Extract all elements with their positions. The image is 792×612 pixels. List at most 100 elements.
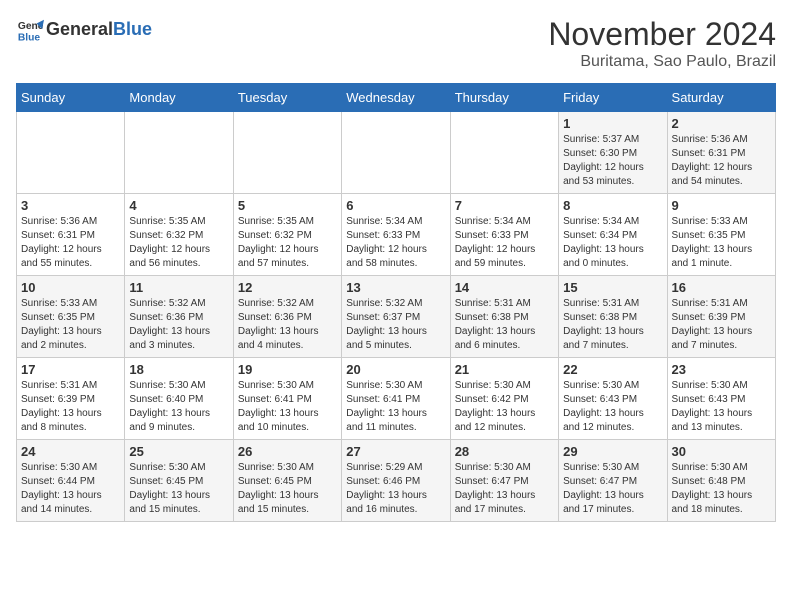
calendar-header-row: SundayMondayTuesdayWednesdayThursdayFrid… xyxy=(17,84,776,112)
logo-blue-text: Blue xyxy=(113,19,152,39)
month-title: November 2024 xyxy=(548,16,776,53)
calendar-cell: 27 Sunrise: 5:29 AM Sunset: 6:46 PM Dayli… xyxy=(342,440,450,522)
weekday-header: Sunday xyxy=(17,84,125,112)
day-info: Sunrise: 5:34 AM Sunset: 6:33 PM Dayligh… xyxy=(455,215,554,271)
day-number: 9 xyxy=(672,198,771,213)
logo-general-text: General xyxy=(46,19,113,39)
day-number: 20 xyxy=(346,362,445,377)
day-number: 27 xyxy=(346,444,445,459)
logo: General Blue GeneralBlue xyxy=(16,16,152,44)
location-title: Buritama, Sao Paulo, Brazil xyxy=(548,53,776,71)
calendar-cell: 24 Sunrise: 5:30 AM Sunset: 6:44 PM Dayli… xyxy=(17,440,125,522)
calendar-cell: 10 Sunrise: 5:33 AM Sunset: 6:35 PM Dayli… xyxy=(17,276,125,358)
calendar-cell: 15 Sunrise: 5:31 AM Sunset: 6:38 PM Dayli… xyxy=(559,276,667,358)
calendar-cell: 26 Sunrise: 5:30 AM Sunset: 6:45 PM Dayli… xyxy=(233,440,341,522)
weekday-header: Wednesday xyxy=(342,84,450,112)
day-number: 30 xyxy=(672,444,771,459)
day-info: Sunrise: 5:30 AM Sunset: 6:45 PM Dayligh… xyxy=(238,461,337,517)
calendar-cell xyxy=(17,112,125,194)
calendar-cell: 3 Sunrise: 5:36 AM Sunset: 6:31 PM Daylig… xyxy=(17,194,125,276)
day-number: 21 xyxy=(455,362,554,377)
day-info: Sunrise: 5:31 AM Sunset: 6:38 PM Dayligh… xyxy=(455,297,554,353)
day-info: Sunrise: 5:35 AM Sunset: 6:32 PM Dayligh… xyxy=(238,215,337,271)
day-info: Sunrise: 5:36 AM Sunset: 6:31 PM Dayligh… xyxy=(21,215,120,271)
day-number: 15 xyxy=(563,280,662,295)
day-number: 22 xyxy=(563,362,662,377)
weekday-header: Friday xyxy=(559,84,667,112)
day-info: Sunrise: 5:36 AM Sunset: 6:31 PM Dayligh… xyxy=(672,133,771,189)
day-number: 24 xyxy=(21,444,120,459)
day-info: Sunrise: 5:30 AM Sunset: 6:41 PM Dayligh… xyxy=(238,379,337,435)
weekday-header: Tuesday xyxy=(233,84,341,112)
day-info: Sunrise: 5:30 AM Sunset: 6:43 PM Dayligh… xyxy=(563,379,662,435)
day-info: Sunrise: 5:30 AM Sunset: 6:48 PM Dayligh… xyxy=(672,461,771,517)
day-info: Sunrise: 5:34 AM Sunset: 6:33 PM Dayligh… xyxy=(346,215,445,271)
day-info: Sunrise: 5:30 AM Sunset: 6:40 PM Dayligh… xyxy=(129,379,228,435)
calendar-cell: 16 Sunrise: 5:31 AM Sunset: 6:39 PM Dayli… xyxy=(667,276,775,358)
calendar-cell: 4Sunrise: 5:35 AM Sunset: 6:32 PM Daylig… xyxy=(125,194,233,276)
calendar-cell xyxy=(233,112,341,194)
calendar-cell xyxy=(342,112,450,194)
calendar-cell: 21 Sunrise: 5:30 AM Sunset: 6:42 PM Dayli… xyxy=(450,358,558,440)
day-number: 25 xyxy=(129,444,228,459)
day-info: Sunrise: 5:30 AM Sunset: 6:41 PM Dayligh… xyxy=(346,379,445,435)
day-number: 18 xyxy=(129,362,228,377)
day-number: 6 xyxy=(346,198,445,213)
calendar-cell: 1Sunrise: 5:37 AM Sunset: 6:30 PM Daylig… xyxy=(559,112,667,194)
calendar-cell xyxy=(125,112,233,194)
calendar-cell: 2Sunrise: 5:36 AM Sunset: 6:31 PM Daylig… xyxy=(667,112,775,194)
logo-icon: General Blue xyxy=(16,16,44,44)
calendar-cell: 7 Sunrise: 5:34 AM Sunset: 6:33 PM Daylig… xyxy=(450,194,558,276)
day-info: Sunrise: 5:33 AM Sunset: 6:35 PM Dayligh… xyxy=(21,297,120,353)
day-number: 10 xyxy=(21,280,120,295)
calendar-cell: 5 Sunrise: 5:35 AM Sunset: 6:32 PM Daylig… xyxy=(233,194,341,276)
calendar-cell: 22 Sunrise: 5:30 AM Sunset: 6:43 PM Dayli… xyxy=(559,358,667,440)
calendar-week-row: 24 Sunrise: 5:30 AM Sunset: 6:44 PM Dayli… xyxy=(17,440,776,522)
day-info: Sunrise: 5:30 AM Sunset: 6:42 PM Dayligh… xyxy=(455,379,554,435)
calendar-week-row: 10 Sunrise: 5:33 AM Sunset: 6:35 PM Dayli… xyxy=(17,276,776,358)
day-number: 29 xyxy=(563,444,662,459)
svg-text:Blue: Blue xyxy=(18,32,41,43)
day-number: 7 xyxy=(455,198,554,213)
day-info: Sunrise: 5:30 AM Sunset: 6:47 PM Dayligh… xyxy=(455,461,554,517)
day-number: 11 xyxy=(129,280,228,295)
day-number: 19 xyxy=(238,362,337,377)
day-number: 14 xyxy=(455,280,554,295)
weekday-header: Monday xyxy=(125,84,233,112)
calendar-cell: 28 Sunrise: 5:30 AM Sunset: 6:47 PM Dayli… xyxy=(450,440,558,522)
day-number: 5 xyxy=(238,198,337,213)
day-number: 23 xyxy=(672,362,771,377)
day-info: Sunrise: 5:34 AM Sunset: 6:34 PM Dayligh… xyxy=(563,215,662,271)
calendar-cell xyxy=(450,112,558,194)
calendar-week-row: 3 Sunrise: 5:36 AM Sunset: 6:31 PM Daylig… xyxy=(17,194,776,276)
day-info: Sunrise: 5:30 AM Sunset: 6:43 PM Dayligh… xyxy=(672,379,771,435)
calendar-cell: 19 Sunrise: 5:30 AM Sunset: 6:41 PM Dayli… xyxy=(233,358,341,440)
weekday-header: Thursday xyxy=(450,84,558,112)
day-info: Sunrise: 5:31 AM Sunset: 6:39 PM Dayligh… xyxy=(672,297,771,353)
title-block: November 2024 Buritama, Sao Paulo, Brazi… xyxy=(548,16,776,71)
calendar-cell: 23 Sunrise: 5:30 AM Sunset: 6:43 PM Dayli… xyxy=(667,358,775,440)
day-number: 17 xyxy=(21,362,120,377)
calendar-cell: 14 Sunrise: 5:31 AM Sunset: 6:38 PM Dayli… xyxy=(450,276,558,358)
calendar-cell: 11Sunrise: 5:32 AM Sunset: 6:36 PM Dayli… xyxy=(125,276,233,358)
day-number: 8 xyxy=(563,198,662,213)
weekday-header: Saturday xyxy=(667,84,775,112)
calendar-cell: 8 Sunrise: 5:34 AM Sunset: 6:34 PM Daylig… xyxy=(559,194,667,276)
day-info: Sunrise: 5:35 AM Sunset: 6:32 PM Dayligh… xyxy=(129,215,228,271)
day-info: Sunrise: 5:29 AM Sunset: 6:46 PM Dayligh… xyxy=(346,461,445,517)
day-info: Sunrise: 5:31 AM Sunset: 6:38 PM Dayligh… xyxy=(563,297,662,353)
day-info: Sunrise: 5:37 AM Sunset: 6:30 PM Dayligh… xyxy=(563,133,662,189)
day-info: Sunrise: 5:30 AM Sunset: 6:44 PM Dayligh… xyxy=(21,461,120,517)
day-info: Sunrise: 5:32 AM Sunset: 6:36 PM Dayligh… xyxy=(238,297,337,353)
day-number: 28 xyxy=(455,444,554,459)
day-number: 13 xyxy=(346,280,445,295)
calendar-cell: 30 Sunrise: 5:30 AM Sunset: 6:48 PM Dayli… xyxy=(667,440,775,522)
day-number: 3 xyxy=(21,198,120,213)
day-number: 26 xyxy=(238,444,337,459)
calendar-cell: 18 Sunrise: 5:30 AM Sunset: 6:40 PM Dayli… xyxy=(125,358,233,440)
day-number: 16 xyxy=(672,280,771,295)
calendar-cell: 29Sunrise: 5:30 AM Sunset: 6:47 PM Dayli… xyxy=(559,440,667,522)
day-info: Sunrise: 5:31 AM Sunset: 6:39 PM Dayligh… xyxy=(21,379,120,435)
calendar-cell: 20 Sunrise: 5:30 AM Sunset: 6:41 PM Dayli… xyxy=(342,358,450,440)
calendar-cell: 9Sunrise: 5:33 AM Sunset: 6:35 PM Daylig… xyxy=(667,194,775,276)
